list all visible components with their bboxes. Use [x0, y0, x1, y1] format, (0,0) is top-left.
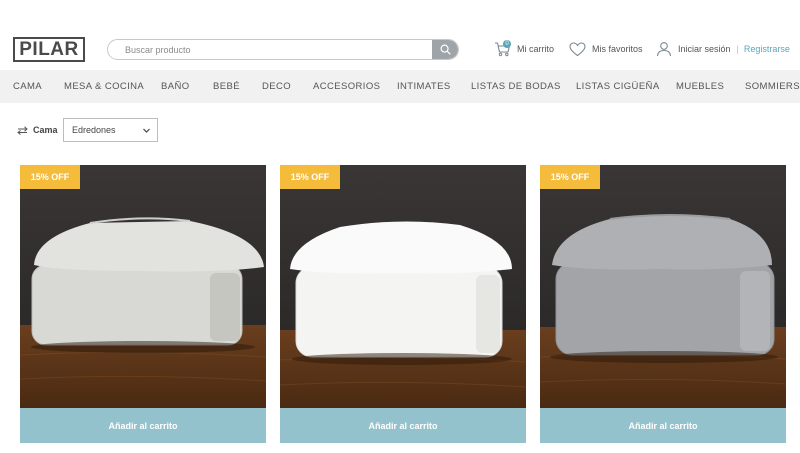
- nav-item-bano[interactable]: BAÑO: [161, 81, 190, 92]
- user-icon: [656, 42, 672, 57]
- nav-item-sommiers[interactable]: SOMMIERS: [745, 81, 800, 92]
- add-to-cart-button[interactable]: Añadir al carrito: [540, 408, 786, 443]
- nav-item-listas-bodas[interactable]: LISTAS DE BODAS: [471, 81, 561, 92]
- product-card[interactable]: 15% OFF Añadir al carrito: [540, 165, 786, 443]
- add-to-cart-button[interactable]: Añadir al carrito: [20, 408, 266, 443]
- discount-badge: 15% OFF: [540, 165, 600, 189]
- nav-item-deco[interactable]: DECO: [262, 81, 291, 92]
- favorites-link[interactable]: Mis favoritos: [569, 40, 643, 58]
- discount-badge: 15% OFF: [280, 165, 340, 189]
- cart-icon-wrap: 0: [494, 40, 511, 57]
- nav-item-cama[interactable]: CAMA: [13, 81, 42, 92]
- cart-link[interactable]: 0 Mi carrito: [494, 40, 554, 58]
- product-image[interactable]: 15% OFF: [20, 165, 266, 408]
- cart-label: Mi carrito: [517, 44, 555, 54]
- search-button[interactable]: [432, 40, 458, 59]
- favorites-label: Mis favoritos: [592, 44, 643, 54]
- register-link[interactable]: Registrarse: [744, 44, 790, 54]
- filter-category-label: Cama: [33, 125, 58, 135]
- search-input[interactable]: [108, 40, 434, 59]
- nav-item-intimates[interactable]: INTIMATES: [397, 81, 451, 92]
- cart-count-badge: 0: [503, 40, 511, 48]
- duvet-photo: [540, 165, 786, 408]
- subcategory-select[interactable]: Edredones: [63, 118, 158, 142]
- subcategory-selected: Edredones: [72, 125, 116, 135]
- login-link[interactable]: Iniciar sesión: [678, 44, 731, 54]
- add-to-cart-button[interactable]: Añadir al carrito: [280, 408, 526, 443]
- brand-logo-text: PILAR: [19, 38, 79, 60]
- sort-arrows-icon: [17, 125, 28, 135]
- heart-icon: [569, 41, 586, 56]
- search-bar: [107, 39, 459, 60]
- duvet-photo: [20, 165, 266, 408]
- product-image[interactable]: 15% OFF: [540, 165, 786, 408]
- product-card[interactable]: 15% OFF Añadir al carrito: [280, 165, 526, 443]
- site-header: PILAR 0 Mi carrito Mis favoritos: [0, 0, 800, 70]
- duvet-photo: [280, 165, 526, 408]
- main-nav: CAMA MESA & COCINA BAÑO BEBÉ DECO ACCESO…: [0, 70, 800, 103]
- brand-logo[interactable]: PILAR: [13, 37, 85, 62]
- account-area: Iniciar sesión | Registrarse: [656, 40, 790, 58]
- product-card[interactable]: 15% OFF Añadir al carrito: [20, 165, 266, 443]
- category-filter: Cama Edredones: [17, 118, 158, 142]
- chevron-down-icon: [143, 128, 150, 133]
- product-image[interactable]: 15% OFF: [280, 165, 526, 408]
- search-icon: [440, 44, 450, 55]
- discount-badge: 15% OFF: [20, 165, 80, 189]
- nav-item-mesa-cocina[interactable]: MESA & COCINA: [64, 81, 144, 92]
- nav-item-bebe[interactable]: BEBÉ: [213, 81, 240, 92]
- nav-item-listas-ciguena[interactable]: LISTAS CIGÜEÑA: [576, 81, 660, 92]
- nav-item-accesorios[interactable]: ACCESORIOS: [313, 81, 380, 92]
- nav-item-muebles[interactable]: MUEBLES: [676, 81, 724, 92]
- header-separator: |: [736, 44, 739, 54]
